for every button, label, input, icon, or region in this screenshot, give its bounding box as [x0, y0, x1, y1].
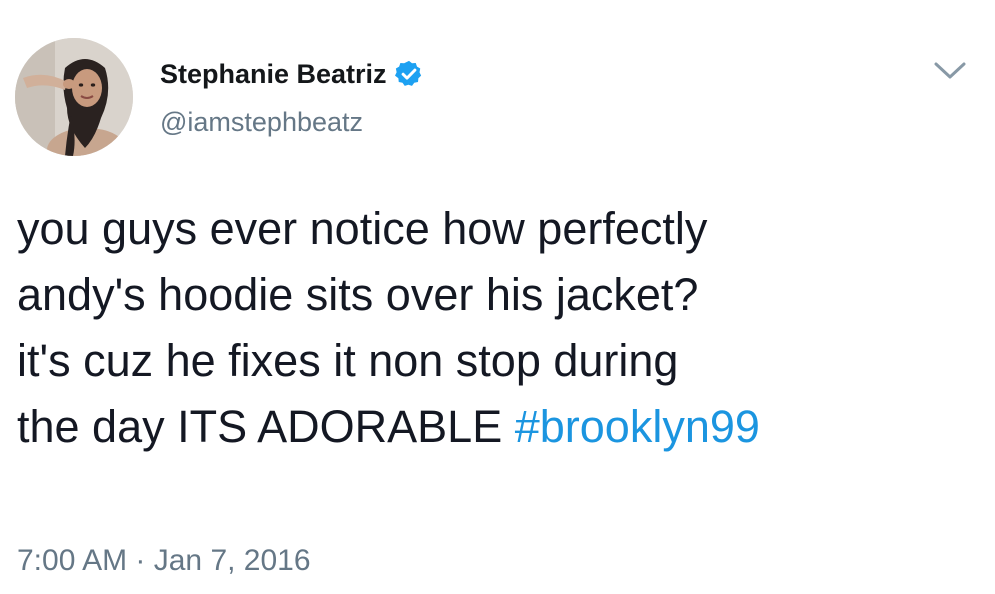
avatar[interactable]	[15, 38, 133, 156]
tweet-text-line: you guys ever notice how perfectly	[17, 203, 708, 254]
tweet-timestamp[interactable]: 7:00 AM · Jan 7, 2016	[17, 544, 311, 578]
author-handle[interactable]: @iamstephbeatz	[160, 107, 363, 138]
tweet-text-line: andy's hoodie sits over his jacket?	[17, 269, 699, 320]
tweet-text-line: it's cuz he fixes it non stop during	[17, 335, 679, 386]
tweet-time: 7:00 AM	[17, 544, 128, 577]
hashtag-link[interactable]: #brooklyn99	[515, 401, 760, 452]
chevron-down-icon[interactable]	[930, 58, 970, 82]
tweet-text: you guys ever notice how perfectly andy'…	[17, 196, 982, 460]
profile-photo-image	[15, 38, 133, 156]
author-name-row: Stephanie Beatriz	[160, 55, 424, 93]
tweet-text-line: the day ITS ADORABLE	[17, 401, 515, 452]
tweet-card: Stephanie Beatriz @iamstephbeatz you guy…	[0, 0, 995, 594]
meta-separator: ·	[127, 544, 154, 577]
author-display-name[interactable]: Stephanie Beatriz	[160, 59, 387, 90]
tweet-date: Jan 7, 2016	[153, 544, 311, 577]
verified-badge-icon	[394, 59, 424, 89]
